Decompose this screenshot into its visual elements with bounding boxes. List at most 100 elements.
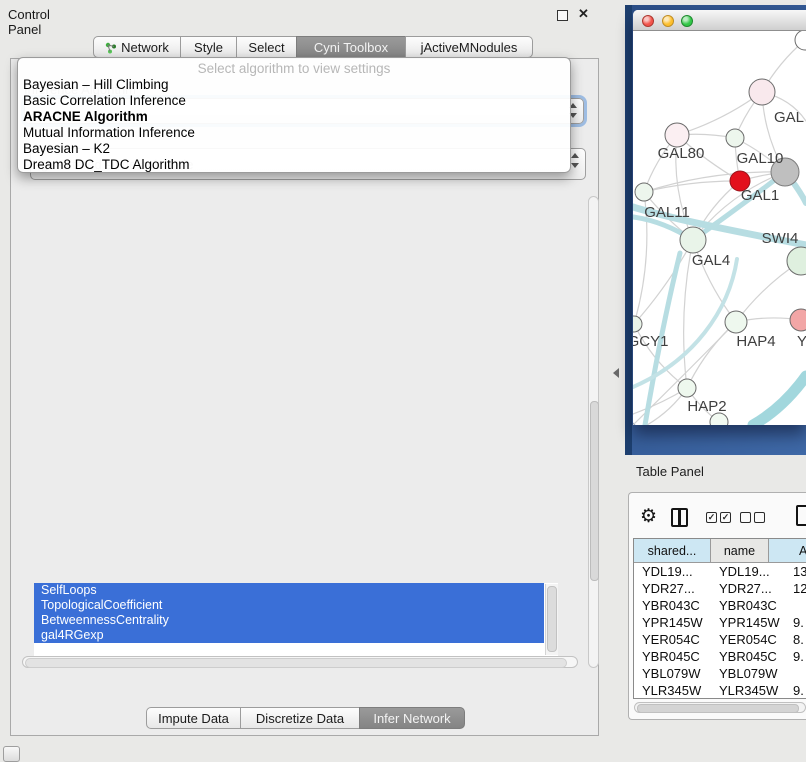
- tab-label: Style: [194, 40, 223, 55]
- checked-checkbox-icon[interactable]: ✓: [706, 512, 717, 523]
- close-traffic-light[interactable]: [642, 15, 654, 27]
- network-node-gcy1[interactable]: [633, 316, 642, 332]
- tab-infer-network[interactable]: Infer Network: [359, 707, 465, 729]
- stepper-arrows-icon: [570, 153, 581, 168]
- network-edge[interactable]: [677, 92, 762, 135]
- tab-discretize-data[interactable]: Discretize Data: [240, 707, 360, 729]
- attribute-list-item[interactable]: SelfLoops: [34, 583, 544, 598]
- settings-vertical-scrollbar[interactable]: [588, 196, 599, 668]
- column-header-name[interactable]: name: [711, 539, 769, 563]
- settings-horizontal-scrollbar[interactable]: [22, 656, 578, 668]
- algorithm-option[interactable]: ARACNE Algorithm: [23, 109, 565, 125]
- network-node-hap4[interactable]: [725, 311, 747, 333]
- column-header-A[interactable]: A: [769, 539, 806, 563]
- tab-select[interactable]: Select: [236, 36, 297, 58]
- float-window-icon[interactable]: [557, 10, 568, 21]
- table-horizontal-scrollbar[interactable]: [634, 702, 806, 713]
- table-row[interactable]: YBL079W YBL079W: [634, 665, 806, 682]
- network-node-label: GAL4: [692, 252, 730, 269]
- table-cell: YDR27...: [642, 580, 695, 597]
- algorithm-option-list: Bayesian – Hill ClimbingBasic Correlatio…: [23, 77, 565, 173]
- tab-network[interactable]: Network: [93, 36, 181, 58]
- algorithm-option[interactable]: Basic Correlation Inference: [23, 93, 565, 109]
- table-cell: YPR145W: [719, 614, 780, 631]
- attribute-list-item[interactable]: TopologicalCoefficient: [34, 598, 544, 613]
- network-view-window[interactable]: GALGAL80GAL10GAL1GAL11GAL4SWI4GCY1HAP4YH…: [633, 10, 806, 425]
- table-header-row: shared...nameA: [634, 539, 806, 563]
- algorithm-option[interactable]: Dream8 DC_TDC Algorithm: [23, 157, 565, 173]
- table-cell: YER054C: [719, 631, 777, 648]
- network-edge[interactable]: [687, 322, 736, 388]
- algorithm-option[interactable]: Bayesian – Hill Climbing: [23, 77, 565, 93]
- table-cell: YBL079W: [642, 665, 701, 682]
- network-node-gal11[interactable]: [635, 183, 653, 201]
- scrollbar-thumb[interactable]: [547, 586, 557, 652]
- minimized-panel-icon[interactable]: [3, 746, 20, 762]
- network-node-gal[interactable]: [749, 79, 775, 105]
- algorithm-option[interactable]: Mutual Information Inference: [23, 125, 565, 141]
- table-cell: 12: [793, 580, 806, 597]
- unchecked-checkbox-icon[interactable]: [740, 512, 751, 523]
- attribute-list-item[interactable]: BetweennessCentrality: [34, 613, 544, 628]
- gear-icon[interactable]: ⚙: [640, 505, 657, 528]
- tab-jactivemnodules[interactable]: jActiveMNodules: [405, 36, 533, 58]
- network-graph[interactable]: GALGAL80GAL10GAL1GAL11GAL4SWI4GCY1HAP4YH…: [633, 31, 806, 425]
- table-cell: YER054C: [642, 631, 700, 648]
- column-header-shared...[interactable]: shared...: [634, 539, 711, 563]
- tab-label: Cyni Toolbox: [314, 40, 388, 55]
- network-canvas[interactable]: GALGAL80GAL10GAL1GAL11GAL4SWI4GCY1HAP4YH…: [633, 31, 806, 425]
- scrollbar-thumb[interactable]: [25, 658, 567, 668]
- attribute-list-item[interactable]: gal4RGexp: [34, 628, 544, 643]
- tab-cyni-toolbox[interactable]: Cyni Toolbox: [296, 36, 406, 58]
- network-node-swi4[interactable]: [787, 247, 806, 275]
- zoom-traffic-light[interactable]: [681, 15, 693, 27]
- node-table[interactable]: shared...nameA YDL19...YDL19...13YDR27..…: [633, 538, 806, 699]
- table-cell: 9.: [793, 682, 804, 699]
- table-panel-header: [604, 455, 806, 491]
- table-cell: 8.: [793, 631, 804, 648]
- collapse-arrow-icon[interactable]: [613, 368, 619, 378]
- table-row[interactable]: YDL19...YDL19...13: [634, 563, 806, 580]
- window-titlebar[interactable]: [633, 10, 806, 31]
- table-cell: YDL19...: [642, 563, 693, 580]
- table-row[interactable]: YER054C YER054C 8.: [634, 631, 806, 648]
- checked-checkbox-icon[interactable]: ✓: [720, 512, 731, 523]
- tab-style[interactable]: Style: [180, 36, 237, 58]
- table-row[interactable]: YDR27... YDR27... 12: [634, 580, 806, 597]
- table-cell: YBL079W: [719, 665, 778, 682]
- network-node-gal80[interactable]: [665, 123, 689, 147]
- network-node-gal10[interactable]: [726, 129, 744, 147]
- table-cell: YDR27...: [719, 580, 772, 597]
- network-node-label: GAL1: [741, 187, 779, 204]
- attributes-list-scrollbar[interactable]: [545, 584, 558, 655]
- data-attributes-list[interactable]: SelfLoopsTopologicalCoefficientBetweenne…: [34, 583, 558, 656]
- close-icon[interactable]: ✕: [578, 6, 589, 22]
- table-row[interactable]: YLR345WYLR345W9.: [634, 682, 806, 699]
- network-node-label: SWI4: [762, 230, 799, 247]
- network-node-gal4[interactable]: [680, 227, 706, 253]
- network-edge[interactable]: [644, 181, 740, 192]
- network-node-label: GAL10: [737, 150, 784, 167]
- table-row[interactable]: YBR045CYBR045C9.: [634, 648, 806, 665]
- table-row[interactable]: YBR043CYBR043C: [634, 597, 806, 614]
- tab-impute-data[interactable]: Impute Data: [146, 707, 241, 729]
- scrollbar-thumb[interactable]: [590, 401, 599, 581]
- document-icon[interactable]: [796, 505, 806, 526]
- minimize-traffic-light[interactable]: [662, 15, 674, 27]
- algorithm-option[interactable]: Bayesian – K2: [23, 141, 565, 157]
- network-edge-thick[interactable]: [753, 376, 806, 425]
- table-cell: 13: [793, 563, 806, 580]
- tab-label: Network: [121, 40, 169, 55]
- columns-icon[interactable]: [671, 508, 688, 527]
- control-panel-title: Control Panel: [8, 7, 50, 37]
- table-cell: YBR043C: [719, 597, 777, 614]
- table-row[interactable]: YPR145WYPR145W9.: [634, 614, 806, 631]
- table-cell: YBR045C: [719, 648, 777, 665]
- scrollbar-thumb[interactable]: [637, 704, 799, 713]
- table-cell: YBR045C: [642, 648, 700, 665]
- tab-label: Select: [248, 40, 284, 55]
- algorithm-dropdown-popup: Select algorithm to view settings Bayesi…: [17, 57, 571, 173]
- network-node-y[interactable]: [790, 309, 806, 331]
- unchecked-checkbox-icon[interactable]: [754, 512, 765, 523]
- network-node-hap2[interactable]: [678, 379, 696, 397]
